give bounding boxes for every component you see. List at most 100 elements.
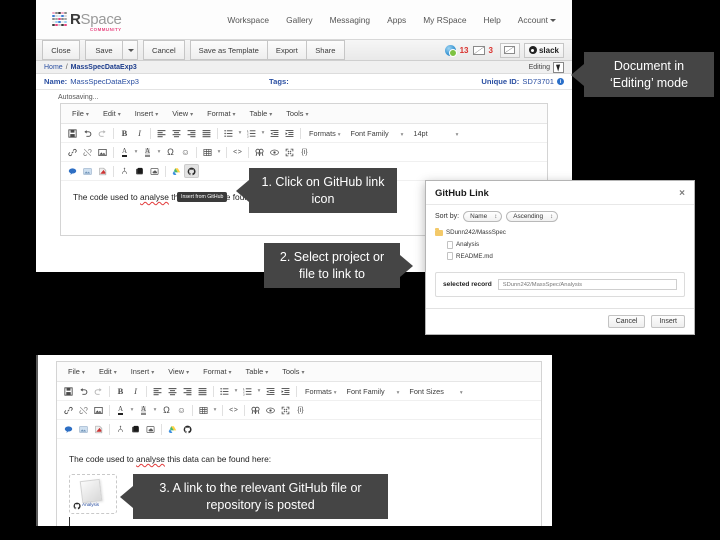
share-button[interactable]: Share	[306, 40, 345, 60]
background-color-dropdown-icon[interactable]: ▾	[151, 403, 159, 417]
code-sample-icon[interactable]: {i}	[297, 145, 312, 159]
insert-shape-icon[interactable]	[91, 422, 106, 436]
text-color-dropdown-icon[interactable]: ▾	[128, 403, 136, 417]
background-color-dropdown-icon[interactable]: ▾	[155, 145, 163, 159]
text-color-icon[interactable]: A	[117, 145, 132, 159]
menu-tools[interactable]: Tools ▾	[275, 365, 311, 378]
italic-icon[interactable]: I	[128, 384, 143, 398]
breadcrumb-home[interactable]: Home	[44, 64, 63, 71]
menu-view[interactable]: View ▾	[165, 107, 200, 120]
sort-order-select[interactable]: Ascending	[506, 211, 559, 222]
numbered-list-icon[interactable]: 123	[244, 126, 259, 140]
background-color-icon[interactable]: A	[136, 403, 151, 417]
insert-image-gallery-icon[interactable]	[76, 422, 91, 436]
align-right-icon[interactable]	[180, 384, 195, 398]
numbered-list-dropdown-icon[interactable]: ▾	[255, 384, 263, 398]
save-as-template-button[interactable]: Save as Template	[189, 40, 268, 60]
save-icon[interactable]	[61, 384, 76, 398]
undo-icon[interactable]	[76, 384, 91, 398]
menu-edit[interactable]: Edit ▾	[96, 107, 128, 120]
menu-view[interactable]: View ▾	[161, 365, 196, 378]
align-justify-icon[interactable]	[195, 384, 210, 398]
menu-table[interactable]: Table ▾	[243, 107, 280, 120]
table-icon[interactable]	[196, 403, 211, 417]
save-icon[interactable]	[65, 126, 80, 140]
close-button[interactable]: Close	[42, 40, 80, 60]
globe-notification-icon[interactable]	[444, 44, 457, 57]
cursor-icon[interactable]	[553, 61, 564, 73]
font-family-dropdown[interactable]: Font Family ▾	[346, 129, 409, 138]
menu-insert[interactable]: Insert ▾	[128, 107, 166, 120]
align-center-icon[interactable]	[165, 384, 180, 398]
rspace-logo[interactable]: RSpace COMMUNITY	[52, 11, 122, 32]
nav-item-gallery[interactable]: Gallery	[286, 15, 313, 25]
font-family-dropdown[interactable]: Font Family ▾	[342, 387, 405, 396]
bullet-list-icon[interactable]	[217, 384, 232, 398]
source-code-icon[interactable]: < >	[230, 145, 245, 159]
indent-icon[interactable]	[278, 384, 293, 398]
link-icon[interactable]	[65, 145, 80, 159]
github-link-icon[interactable]	[180, 422, 195, 436]
link-icon[interactable]	[61, 403, 76, 417]
github-link-icon[interactable]	[184, 164, 199, 178]
selected-record-input[interactable]: SDunn242/MassSpec/Analysis	[497, 279, 677, 291]
google-drive-icon[interactable]	[169, 164, 184, 178]
dialog-cancel-button[interactable]: Cancel	[607, 315, 646, 328]
bullet-list-dropdown-icon[interactable]: ▾	[232, 384, 240, 398]
bullet-list-dropdown-icon[interactable]: ▾	[236, 126, 244, 140]
nav-item-workspace[interactable]: Workspace	[227, 15, 269, 25]
nav-item-messaging[interactable]: Messaging	[330, 15, 371, 25]
table-dropdown-icon[interactable]: ▾	[215, 145, 223, 159]
preview-icon[interactable]	[267, 145, 282, 159]
save-dropdown-button[interactable]	[123, 40, 138, 60]
google-drive-icon[interactable]	[165, 422, 180, 436]
background-color-icon[interactable]: A	[140, 145, 155, 159]
formats-dropdown[interactable]: Formats ▾	[304, 129, 346, 138]
search-replace-icon[interactable]	[248, 403, 263, 417]
onedrive-icon[interactable]	[147, 164, 162, 178]
menu-tools[interactable]: Tools ▾	[279, 107, 315, 120]
menu-format[interactable]: Format ▾	[200, 107, 242, 120]
comment-icon[interactable]	[61, 422, 76, 436]
numbered-list-dropdown-icon[interactable]: ▾	[259, 126, 267, 140]
menu-file[interactable]: File ▾	[65, 107, 96, 120]
special-character-icon[interactable]: Ω	[163, 145, 178, 159]
outdent-icon[interactable]	[263, 384, 278, 398]
slack-button[interactable]: slack	[523, 42, 564, 58]
unlink-icon[interactable]	[76, 403, 91, 417]
formats-dropdown[interactable]: Formats ▾	[300, 387, 342, 396]
indent-icon[interactable]	[282, 126, 297, 140]
align-right-icon[interactable]	[184, 126, 199, 140]
envelope-button[interactable]	[499, 42, 520, 58]
message-icon[interactable]	[472, 45, 485, 55]
close-icon[interactable]: ×	[679, 188, 685, 199]
bold-icon[interactable]: B	[117, 126, 132, 140]
search-replace-icon[interactable]	[252, 145, 267, 159]
image-icon[interactable]	[91, 403, 106, 417]
onedrive-icon[interactable]	[143, 422, 158, 436]
font-size-dropdown[interactable]: 14pt ▾	[408, 129, 463, 138]
numbered-list-icon[interactable]: 123	[240, 384, 255, 398]
menu-table[interactable]: Table ▾	[239, 365, 276, 378]
undo-icon[interactable]	[80, 126, 95, 140]
nav-item-apps[interactable]: Apps	[387, 15, 406, 25]
menu-insert[interactable]: Insert ▾	[124, 365, 162, 378]
outdent-icon[interactable]	[267, 126, 282, 140]
github-link-chip[interactable]: Analysis	[69, 473, 117, 514]
text-color-dropdown-icon[interactable]: ▾	[132, 145, 140, 159]
special-character-icon[interactable]: Ω	[159, 403, 174, 417]
table-dropdown-icon[interactable]: ▾	[211, 403, 219, 417]
emoticon-icon[interactable]: ☺	[178, 145, 193, 159]
cancel-button[interactable]: Cancel	[143, 40, 185, 60]
chemistry-icon[interactable]	[117, 164, 132, 178]
insert-shape-icon[interactable]	[95, 164, 110, 178]
nav-item-account[interactable]: Account	[518, 15, 556, 25]
text-color-icon[interactable]: A	[113, 403, 128, 417]
chemistry-icon[interactable]	[113, 422, 128, 436]
fullscreen-icon[interactable]	[278, 403, 293, 417]
menu-format[interactable]: Format ▾	[196, 365, 238, 378]
info-icon[interactable]: i	[557, 78, 564, 85]
insert-image-gallery-icon[interactable]	[80, 164, 95, 178]
export-button[interactable]: Export	[267, 40, 307, 60]
comment-icon[interactable]	[65, 164, 80, 178]
